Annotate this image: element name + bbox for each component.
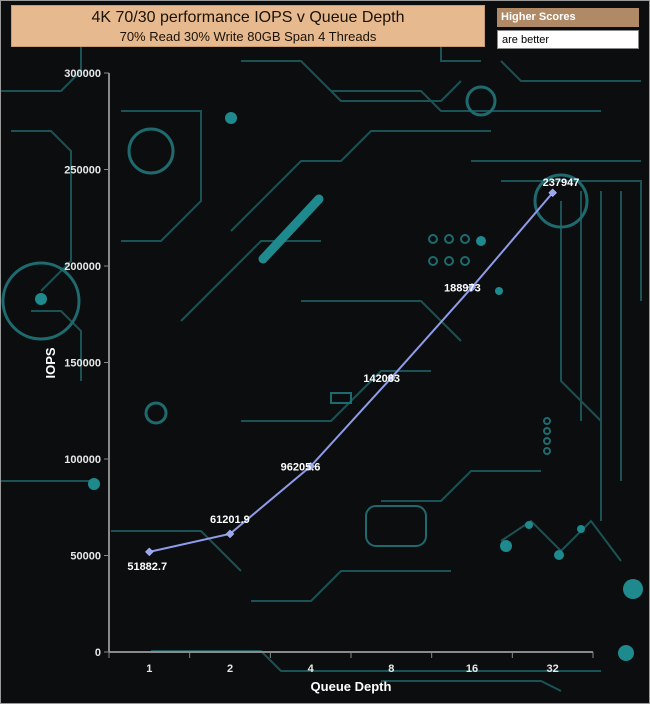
data-label: 51882.7 (127, 561, 167, 573)
y-axis-title: IOPS (43, 347, 58, 378)
series-line-group (144, 188, 558, 557)
data-point-marker (144, 547, 154, 557)
y-tick-label: 100000 (64, 454, 101, 466)
x-tick-label: 4 (308, 663, 315, 675)
y-tick-label: 0 (95, 647, 101, 659)
x-tick-label: 16 (466, 663, 478, 675)
data-label: 61201.9 (210, 514, 250, 526)
x-tick-label: 32 (547, 663, 559, 675)
y-tick-label: 150000 (64, 358, 101, 370)
series-line (149, 192, 554, 553)
data-label: 237947 (543, 177, 580, 189)
data-labels-group: 51882.7 61201.9 96205.6 142083 188973 237947 (127, 177, 579, 573)
y-tick-label: 50000 (70, 551, 101, 563)
data-label: 142083 (363, 373, 400, 385)
y-tick-label: 250000 (64, 165, 101, 177)
line-chart: 0 50000 100000 150000 200000 250000 300000 1 2 4 8… (43, 68, 594, 694)
data-label: 188973 (444, 282, 481, 294)
chart-frame: 4K 70/30 performance IOPS v Queue Depth … (0, 0, 650, 704)
y-tick-label: 200000 (64, 261, 101, 273)
chart-axes: 0 50000 100000 150000 200000 250000 300000 1 2 4 8… (64, 68, 594, 675)
x-tick-label: 8 (388, 663, 394, 675)
y-tick-label: 300000 (64, 68, 101, 80)
x-axis-title: Queue Depth (311, 679, 392, 694)
data-label: 96205.6 (281, 461, 321, 473)
x-tick-label: 1 (146, 663, 152, 675)
x-tick-label: 2 (227, 663, 233, 675)
